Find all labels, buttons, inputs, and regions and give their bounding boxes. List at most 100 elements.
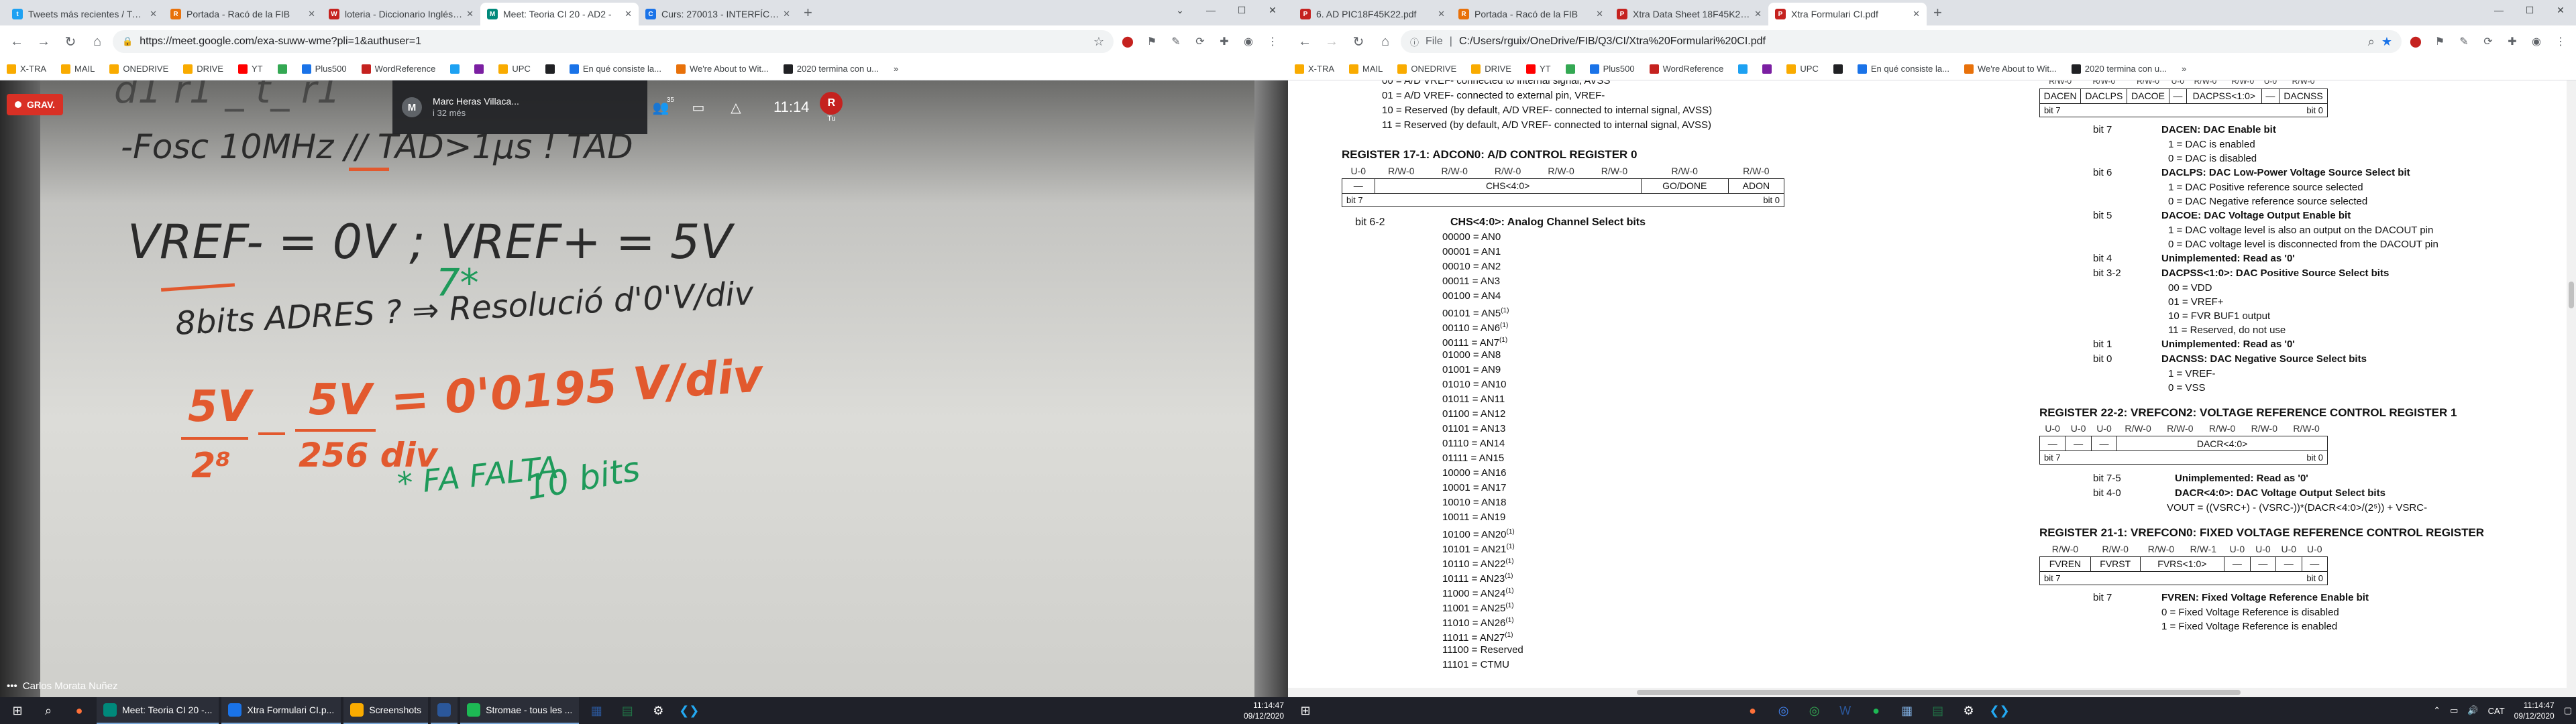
bookmark-star-icon[interactable]: ☆ <box>1093 35 1104 49</box>
tab-close-icon[interactable]: ✕ <box>150 9 157 19</box>
extension-icon[interactable]: ⬤ <box>2406 32 2426 52</box>
maximize-icon[interactable]: ☐ <box>2514 0 2545 20</box>
pdf-horizontal-scrollbar[interactable] <box>1288 688 2576 697</box>
extensions-puzzle-icon[interactable]: ✚ <box>1214 32 1234 52</box>
chevron-down-icon[interactable]: ⌄ <box>1165 0 1195 20</box>
app-icon[interactable]: ▤ <box>614 697 641 724</box>
bookmark-item[interactable]: Plus500 <box>301 64 347 74</box>
bookmark-item[interactable]: UPC <box>498 64 531 74</box>
vscode-icon[interactable]: ❮❯ <box>1986 697 2013 724</box>
extension-icon[interactable]: ⬤ <box>1118 32 1138 52</box>
chrome-icon[interactable]: ◎ <box>1801 697 1828 724</box>
extension-icon[interactable]: ✎ <box>1166 32 1186 52</box>
bookmark-item[interactable] <box>474 64 484 74</box>
browser-tab[interactable]: P Xtra Data Sheet 18F45K22.pdf ✕ <box>1610 3 1768 25</box>
forward-icon[interactable]: → <box>1320 30 1343 53</box>
taskbar-app[interactable]: Stromae - tous les ... <box>460 697 580 724</box>
bookmark-item[interactable]: En qué consiste la... <box>569 64 661 74</box>
reload-icon[interactable]: ↻ <box>1347 30 1370 53</box>
tab-close-icon[interactable]: ✕ <box>308 9 315 19</box>
activities-icon[interactable]: △ <box>722 94 749 121</box>
bookmark-item[interactable]: X-TRA <box>7 64 46 74</box>
right-address-bar[interactable]: ⓘ File | C:/Users/rguix/OneDrive/FIB/Q3/… <box>1401 30 2402 53</box>
extension-icon[interactable]: ⟳ <box>1190 32 1210 52</box>
taskbar-app[interactable]: Screenshots <box>343 697 429 724</box>
bookmark-item[interactable]: 2020 termina con u... <box>2071 64 2167 74</box>
bookmark-item[interactable]: UPC <box>1786 64 1819 74</box>
pdf-vertical-scrollbar[interactable] <box>2567 80 2576 697</box>
back-icon[interactable]: ← <box>5 30 28 53</box>
extension-icon[interactable]: ⟳ <box>2478 32 2498 52</box>
browser-tab[interactable]: R Portada - Racó de la FIB ✕ <box>1452 3 1610 25</box>
firefox-icon[interactable]: ● <box>66 697 93 724</box>
more-icon[interactable]: ••• <box>7 680 17 692</box>
profile-icon[interactable]: ◉ <box>2526 32 2546 52</box>
tab-close-icon[interactable]: ✕ <box>466 9 474 19</box>
bookmark-item[interactable] <box>1762 64 1772 74</box>
browser-tab[interactable]: Wloteria - Diccionario Inglés-Esp...✕ <box>322 3 480 25</box>
bookmark-item[interactable] <box>1833 64 1843 74</box>
settings-icon[interactable]: ⚙ <box>645 697 672 724</box>
bookmark-item[interactable]: X-TRA <box>1295 64 1334 74</box>
bookmark-item[interactable]: WordReference <box>1649 64 1723 74</box>
extension-icon[interactable]: ⚑ <box>2430 32 2450 52</box>
vscode-icon[interactable]: ❮❯ <box>676 697 702 724</box>
home-icon[interactable]: ⌂ <box>86 30 109 53</box>
word-icon[interactable]: W <box>1832 697 1859 724</box>
maximize-icon[interactable]: ☐ <box>1226 0 1257 20</box>
self-avatar[interactable]: R Tu <box>820 92 843 123</box>
search-icon[interactable]: ⌕ <box>35 697 62 724</box>
bookmark-item[interactable]: 2020 termina con u... <box>783 64 879 74</box>
tab-close-icon[interactable]: ✕ <box>625 9 632 19</box>
bookmark-item[interactable] <box>545 64 555 74</box>
bookmark-star-icon[interactable]: ★ <box>2381 35 2392 49</box>
app-icon[interactable]: ▦ <box>583 697 610 724</box>
bookmark-item[interactable]: DRIVE <box>1471 64 1511 74</box>
tab-close-icon[interactable]: ✕ <box>783 9 790 19</box>
tab-close-icon[interactable]: ✕ <box>1438 9 1445 19</box>
minimize-icon[interactable]: — <box>1195 0 1226 20</box>
taskbar-app[interactable] <box>431 697 458 724</box>
close-icon[interactable]: ✕ <box>2545 0 2576 20</box>
taskbar-app[interactable]: Xtra Formulari CI.p... <box>221 697 341 724</box>
forward-icon[interactable]: → <box>32 30 55 53</box>
settings-icon[interactable]: ⚙ <box>1955 697 1982 724</box>
bookmark-item[interactable] <box>1738 64 1748 74</box>
bookmark-item[interactable]: DRIVE <box>183 64 223 74</box>
more-bookmarks-icon[interactable]: » <box>2182 64 2186 74</box>
spotify-icon[interactable]: ● <box>1863 697 1890 724</box>
extension-icon[interactable]: ✎ <box>2454 32 2474 52</box>
browser-tab[interactable]: t Tweets más recientes / Twitter ✕ <box>5 3 164 25</box>
new-tab-icon[interactable]: + <box>797 4 819 25</box>
profile-icon[interactable]: ◉ <box>1238 32 1258 52</box>
bookmark-item[interactable]: ONEDRIVE <box>109 64 168 74</box>
new-tab-icon[interactable]: + <box>1927 4 1949 25</box>
zoom-icon[interactable]: ⌕ <box>2368 35 2375 49</box>
chrome-icon[interactable]: ◎ <box>1770 697 1797 724</box>
bookmark-item[interactable] <box>450 64 460 74</box>
browser-tab[interactable]: M Meet: Teoria CI 20 - AD2 - ✕ <box>480 3 639 25</box>
bookmark-item[interactable]: We're About to Wit... <box>676 64 769 74</box>
bookmark-item[interactable]: YT <box>237 64 263 74</box>
bookmark-item[interactable]: WordReference <box>361 64 435 74</box>
taskbar-app[interactable]: Meet: Teoria CI 20 -... <box>97 697 219 724</box>
extension-icon[interactable]: ⚑ <box>1142 32 1162 52</box>
home-icon[interactable]: ⌂ <box>1374 30 1397 53</box>
more-bookmarks-icon[interactable]: » <box>894 64 898 74</box>
tab-close-icon[interactable]: ✕ <box>1754 9 1762 19</box>
chat-icon[interactable]: ▭ <box>685 94 712 121</box>
menu-icon[interactable]: ⋮ <box>2551 32 2571 52</box>
tab-close-icon[interactable]: ✕ <box>1596 9 1603 19</box>
notifications-icon[interactable]: ▢ <box>2564 705 2572 716</box>
windows-start-icon[interactable]: ⊞ <box>1292 697 1319 724</box>
keyboard-language[interactable]: CAT <box>2488 706 2505 716</box>
scroll-thumb[interactable] <box>2569 282 2574 308</box>
network-icon[interactable]: ▭ <box>2450 705 2458 716</box>
bookmark-item[interactable]: MAIL <box>61 64 95 74</box>
bookmark-item[interactable] <box>1565 64 1575 74</box>
minimize-icon[interactable]: — <box>2483 0 2514 20</box>
scroll-thumb[interactable] <box>1637 690 2241 695</box>
app-icon[interactable]: ▦ <box>1894 697 1921 724</box>
reload-icon[interactable]: ↻ <box>59 30 82 53</box>
participants-icon[interactable]: 👥 35 <box>647 94 674 121</box>
